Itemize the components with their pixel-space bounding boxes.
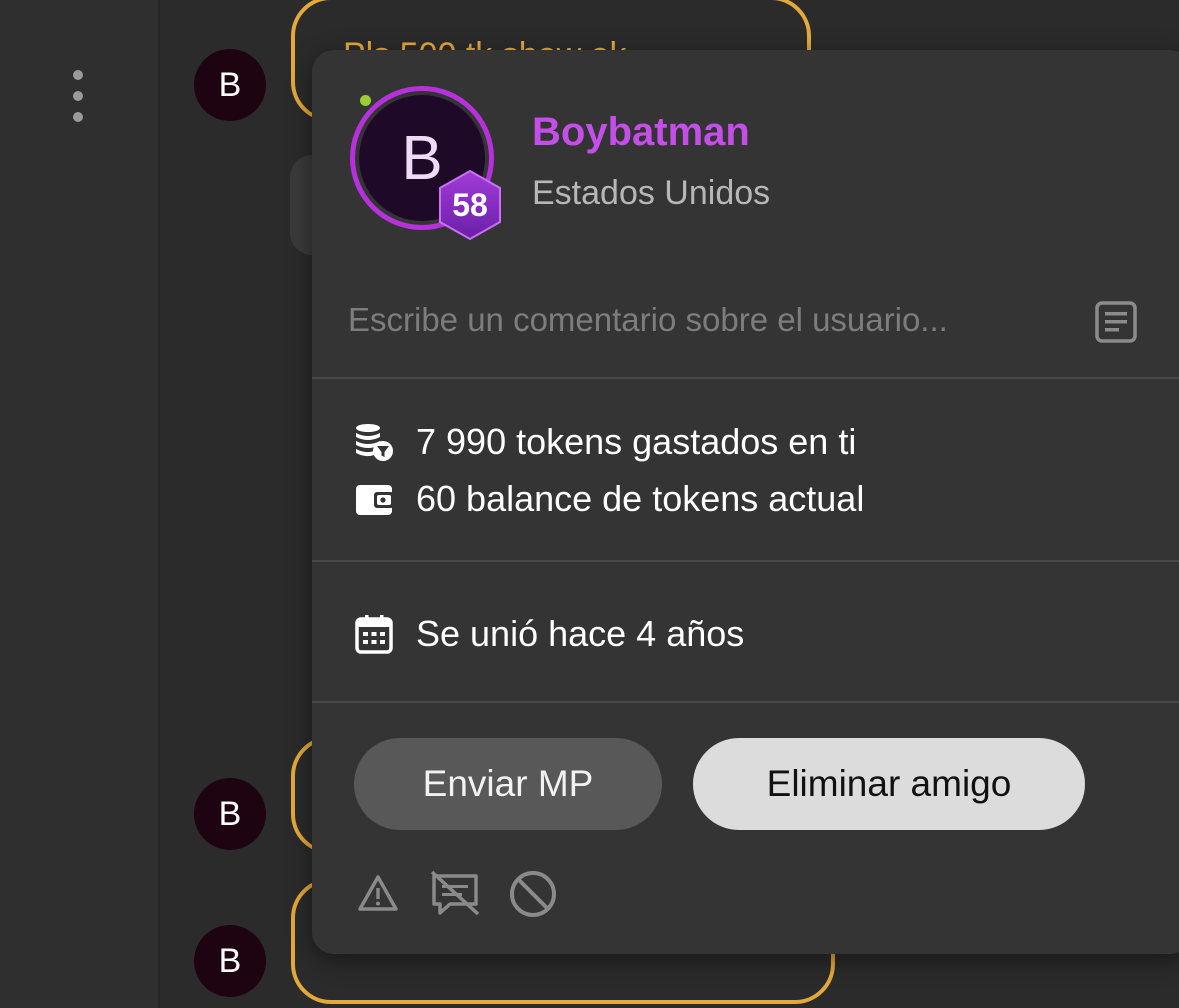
block-icon[interactable]: [509, 870, 557, 923]
tokens-spent-text: 7 990 tokens gastados en ti: [416, 421, 857, 462]
chat-avatar[interactable]: B: [194, 925, 266, 997]
chat-avatar[interactable]: B: [194, 778, 266, 850]
chat-avatar[interactable]: B: [194, 49, 266, 121]
user-country: Estados Unidos: [532, 174, 771, 212]
divider: [312, 560, 1179, 562]
token-balance-text: 60 balance de tokens actual: [416, 478, 865, 519]
left-rail: [0, 0, 160, 1008]
tokens-spent-row: 7 990 tokens gastados en ti: [354, 419, 856, 465]
online-status-dot: [360, 95, 371, 106]
calendar-icon: [354, 614, 394, 654]
disable-chat-icon[interactable]: [430, 870, 480, 923]
note-icon[interactable]: [1094, 300, 1138, 344]
level-number: 58: [452, 186, 488, 223]
remove-friend-button[interactable]: Eliminar amigo: [693, 738, 1085, 830]
send-private-message-button[interactable]: Enviar MP: [354, 738, 662, 830]
joined-text: Se unió hace 4 años: [416, 613, 745, 654]
joined-row: Se unió hace 4 años: [354, 611, 744, 657]
username[interactable]: Boybatman: [532, 110, 750, 155]
level-badge: 58: [436, 168, 504, 242]
divider: [312, 377, 1179, 379]
token-balance-row: 60 balance de tokens actual: [354, 476, 864, 522]
divider: [312, 701, 1179, 703]
coins-filter-icon: [354, 422, 394, 462]
user-comment-input[interactable]: [348, 290, 1068, 350]
report-icon[interactable]: [356, 870, 400, 919]
more-options-icon[interactable]: [70, 70, 86, 122]
user-profile-popover: B 58 Boybatman Estados Unidos Escribe un…: [312, 50, 1179, 954]
wallet-icon: [354, 479, 394, 519]
